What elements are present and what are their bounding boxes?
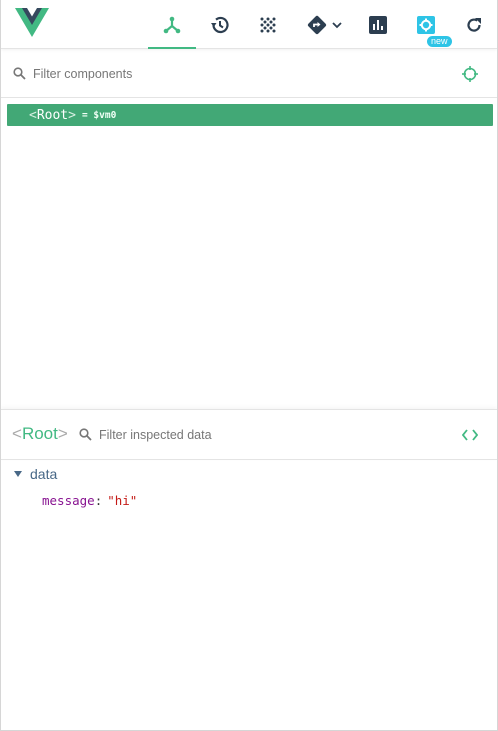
inspected-component-name: <Root> [12, 424, 68, 444]
section-label: data [30, 466, 58, 482]
new-badge: new [427, 36, 452, 47]
search-icon [79, 428, 92, 441]
code-icon[interactable] [462, 429, 478, 441]
component-name: Root [36, 107, 69, 123]
tag-close-bracket: > [68, 107, 76, 123]
data-section-header[interactable]: data [13, 466, 57, 482]
field-value: "hi" [107, 493, 138, 508]
refresh-icon [467, 17, 481, 32]
tag-close-bracket: > [57, 424, 68, 443]
search-icon [13, 67, 26, 80]
devtools-panel: new < Root > = $vm0 <Root> [0, 0, 498, 731]
settings-icon [417, 15, 435, 34]
vue-logo-icon [15, 8, 49, 37]
vuex-icon [260, 17, 276, 32]
data-field-message[interactable]: message: "hi" [42, 493, 137, 508]
component-filter-bar [1, 50, 497, 98]
tab-refresh[interactable] [453, 0, 495, 49]
toolbar: new [1, 0, 497, 49]
tag-open-bracket: < [29, 107, 37, 123]
tab-components[interactable] [148, 0, 196, 49]
component-filter-input[interactable] [33, 62, 433, 86]
vm-reference: = $vm0 [81, 109, 117, 121]
inspected-name-text: Root [21, 424, 58, 443]
tab-events[interactable] [299, 0, 349, 49]
tag-open-bracket: < [12, 424, 22, 443]
events-icon [307, 15, 326, 34]
tab-vuex[interactable] [246, 0, 290, 49]
select-component-target-icon[interactable] [461, 65, 479, 83]
tab-history[interactable] [197, 0, 243, 49]
tab-performance[interactable] [356, 0, 400, 49]
caret-down-icon [14, 471, 22, 477]
field-key: message [42, 493, 95, 508]
field-colon: : [94, 493, 103, 508]
history-icon [211, 16, 229, 33]
inspector-header: <Root> [1, 409, 497, 460]
tree-row-root[interactable]: < Root > = $vm0 [7, 104, 493, 126]
chevron-down-icon [331, 21, 342, 28]
performance-icon [369, 15, 387, 34]
components-icon [163, 16, 181, 33]
inspected-data-filter-input[interactable] [99, 423, 429, 447]
